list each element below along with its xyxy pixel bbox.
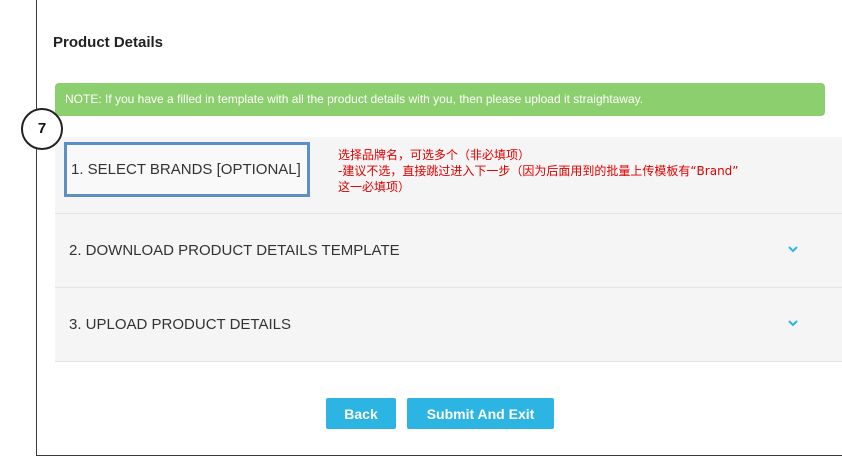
annotation-line-3: 这一必填项） (338, 180, 411, 194)
upload-details-header[interactable]: 3. UPLOAD PRODUCT DETAILS (69, 288, 291, 362)
chevron-down-icon[interactable] (787, 243, 799, 255)
panel-title: Product Details (53, 34, 164, 51)
note-banner: NOTE: If you have a filled in template w… (55, 83, 825, 116)
accordion-item-select-brands[interactable]: 1. SELECT BRANDS [OPTIONAL] 选择品牌名，可选多个（非… (55, 137, 842, 214)
accordion: 1. SELECT BRANDS [OPTIONAL] 选择品牌名，可选多个（非… (55, 137, 842, 362)
annotation-line-1: 选择品牌名，可选多个（非必填项） (338, 148, 531, 162)
back-button[interactable]: Back (326, 398, 396, 429)
product-details-panel: Product Details NOTE: If you have a fill… (36, 0, 842, 456)
submit-and-exit-button[interactable]: Submit And Exit (407, 398, 554, 429)
annotation-line-2: -建议不选，直接跳过进入下一步（因为后面用到的批量上传模板有“Brand” (338, 164, 739, 178)
accordion-item-download-template[interactable]: 2. DOWNLOAD PRODUCT DETAILS TEMPLATE (55, 214, 842, 288)
chevron-down-icon[interactable] (787, 317, 799, 329)
accordion-item-upload-details[interactable]: 3. UPLOAD PRODUCT DETAILS (55, 288, 842, 362)
select-brands-header[interactable]: 1. SELECT BRANDS [OPTIONAL] (64, 142, 310, 197)
annotation-note: 选择品牌名，可选多个（非必填项） -建议不选，直接跳过进入下一步（因为后面用到的… (338, 147, 842, 195)
download-template-header[interactable]: 2. DOWNLOAD PRODUCT DETAILS TEMPLATE (69, 214, 400, 288)
step-marker: 7 (21, 108, 63, 150)
